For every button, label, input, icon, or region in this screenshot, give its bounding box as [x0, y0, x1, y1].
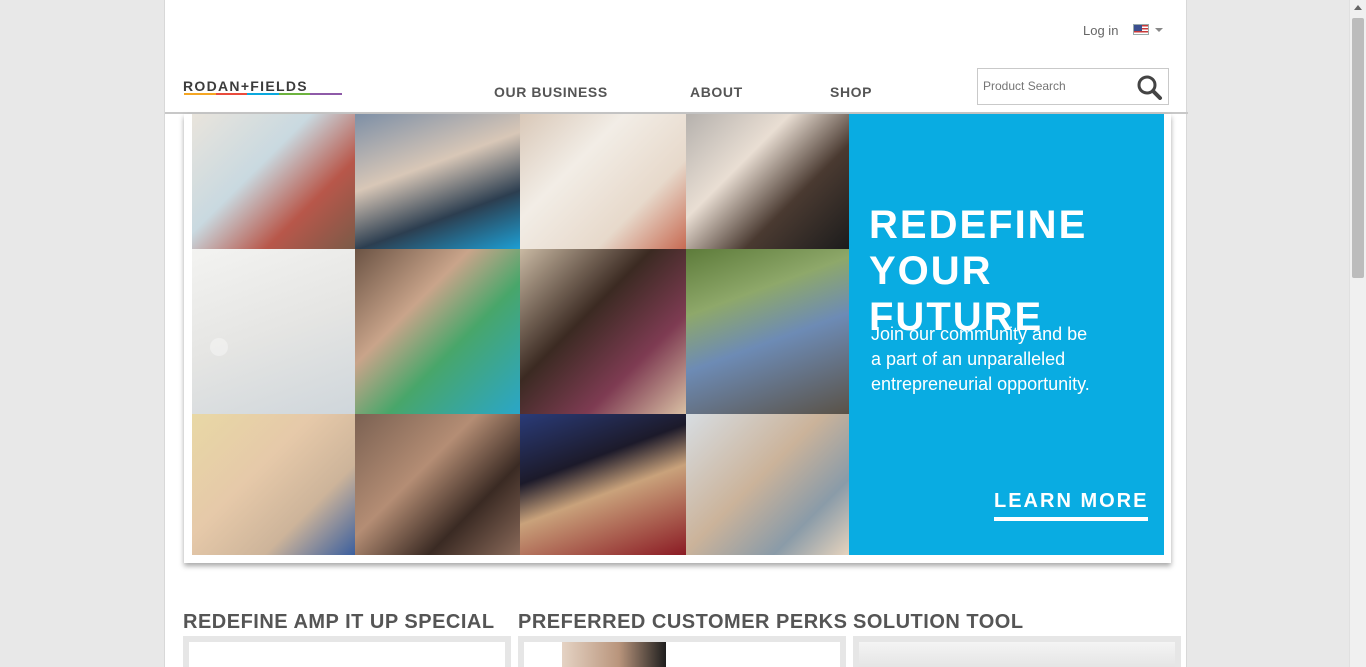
photo-collage	[192, 114, 849, 555]
photo-tile	[686, 249, 849, 414]
carousel-prev-icon[interactable]	[210, 338, 228, 356]
vertical-scrollbar[interactable]	[1349, 0, 1366, 667]
hero-headline: REDEFINE YOUR FUTURE	[869, 202, 1164, 340]
nav-about[interactable]: ABOUT	[690, 84, 743, 100]
hero-headline-line-1: REDEFINE	[869, 203, 1088, 247]
photo-tile	[355, 114, 520, 249]
photo-tile	[192, 114, 355, 249]
photo-tile	[192, 249, 355, 414]
product-search-box	[977, 68, 1169, 105]
photo-tile	[520, 114, 686, 249]
hero-body: Join our community and be a part of an u…	[871, 322, 1131, 397]
preferred-perks-card-image	[524, 642, 840, 667]
photo-tile	[355, 414, 520, 555]
scroll-up-icon[interactable]	[1354, 5, 1362, 10]
section-title-solution-tool[interactable]: SOLUTION TOOL	[853, 611, 1024, 634]
scrollbar-thumb[interactable]	[1352, 18, 1364, 278]
section-title-amp-it-up[interactable]: REDEFINE AMP IT UP SPECIAL	[183, 611, 495, 634]
hero-body-line: entrepreneurial opportunity.	[871, 374, 1090, 394]
hero-body-line: a part of an unparalleled	[871, 349, 1066, 369]
photo-tile	[520, 414, 686, 555]
page-container: Log in RODAN+FIELDS OUR BUSINESS ABOUT S…	[164, 0, 1188, 667]
photo-tile	[192, 414, 355, 555]
learn-more-button[interactable]: LEARN MORE	[994, 490, 1149, 521]
photo-tile	[686, 414, 849, 555]
hero-body-line: Join our community and be	[871, 324, 1088, 344]
search-input[interactable]	[983, 79, 1133, 93]
hero-banner: REDEFINE YOUR FUTURE Join our community …	[184, 114, 1171, 563]
rodan-fields-logo[interactable]: RODAN+FIELDS	[183, 78, 308, 94]
photo-tile	[520, 249, 686, 414]
section-title-preferred-perks[interactable]: PREFERRED CUSTOMER PERKS	[518, 611, 847, 634]
hero-cta-panel: REDEFINE YOUR FUTURE Join our community …	[849, 114, 1164, 555]
amp-it-up-card-image	[189, 642, 505, 667]
chevron-down-icon[interactable]	[1155, 28, 1163, 32]
nav-shop[interactable]: SHOP	[830, 84, 872, 100]
photo-tile	[686, 114, 849, 249]
us-flag-icon[interactable]	[1133, 24, 1149, 35]
logo-color-bar	[184, 93, 342, 95]
search-icon[interactable]	[1136, 74, 1164, 100]
solution-tool-card-image	[859, 642, 1175, 667]
login-link[interactable]: Log in	[1083, 23, 1118, 38]
photo-tile	[355, 249, 520, 414]
nav-our-business[interactable]: OUR BUSINESS	[494, 84, 608, 100]
